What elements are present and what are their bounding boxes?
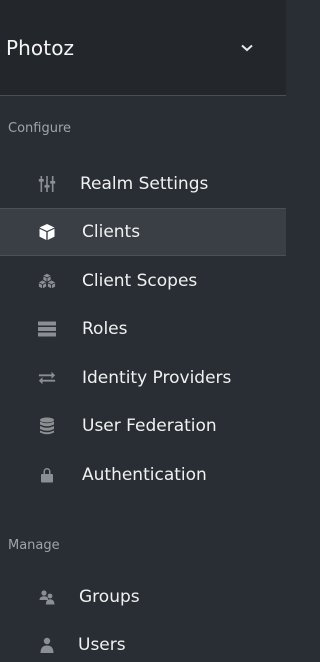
list-icon	[38, 320, 56, 338]
section-header-manage: Manage	[8, 538, 60, 553]
lock-icon	[38, 466, 56, 484]
sidebar-item-label: Authentication	[82, 465, 207, 485]
sidebar-item-authentication[interactable]: Authentication	[0, 451, 286, 499]
sidebar-item-label: Realm Settings	[80, 174, 209, 194]
cubes-icon	[38, 272, 56, 290]
sidebar-item-realm-settings[interactable]: Realm Settings	[0, 160, 286, 208]
divider	[0, 95, 286, 96]
sidebar-item-client-scopes[interactable]: Client Scopes	[0, 257, 286, 305]
sidebar-item-label: Client Scopes	[82, 271, 198, 291]
sidebar-item-roles[interactable]: Roles	[0, 305, 286, 353]
database-icon	[38, 417, 56, 435]
chevron-down-icon	[240, 41, 254, 55]
user-icon	[38, 636, 56, 654]
sidebar-item-groups[interactable]: Groups	[0, 573, 286, 621]
sidebar-item-label: Identity Providers	[82, 368, 232, 388]
section-header-configure: Configure	[8, 121, 72, 136]
sidebar-item-label: Roles	[82, 319, 128, 339]
sidebar-item-label: Users	[78, 635, 126, 655]
sliders-icon	[38, 175, 56, 193]
sidebar-item-user-federation[interactable]: User Federation	[0, 402, 286, 450]
sidebar-item-identity-providers[interactable]: Identity Providers	[0, 354, 286, 402]
sidebar-item-label: Clients	[82, 222, 141, 242]
exchange-icon	[38, 369, 56, 387]
realm-name: Photoz	[6, 35, 75, 60]
sidebar-item-label: User Federation	[82, 416, 217, 436]
sidebar-item-users[interactable]: Users	[0, 621, 286, 662]
realm-selector[interactable]: Photoz	[0, 0, 286, 95]
cube-icon	[38, 223, 56, 241]
sidebar-item-clients[interactable]: Clients	[0, 208, 286, 256]
sidebar-item-label: Groups	[79, 587, 140, 607]
users-icon	[38, 588, 56, 606]
